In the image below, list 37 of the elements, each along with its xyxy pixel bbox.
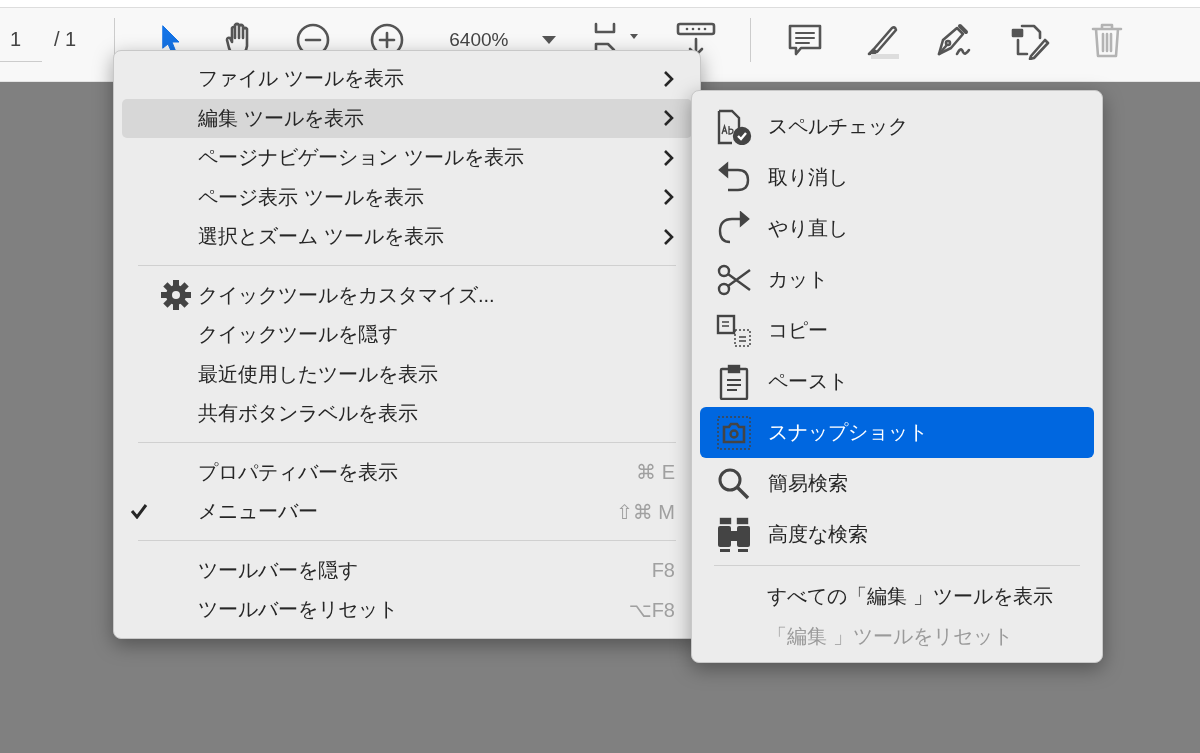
menu-item[interactable]: プロパティバーを表示 ⌘ E bbox=[122, 452, 692, 492]
menu-item[interactable]: メニューバー ⇧⌘ M bbox=[122, 492, 692, 532]
menu-item[interactable]: すべての「編集 」ツールを表示 bbox=[700, 576, 1094, 616]
menu-item[interactable]: スペルチェック bbox=[700, 101, 1094, 152]
caret-icon[interactable] bbox=[542, 35, 557, 44]
menu-item[interactable]: クイックツールをカスタマイズ... bbox=[122, 275, 692, 315]
chevron-right-icon bbox=[663, 109, 675, 128]
chevron-right-icon bbox=[663, 148, 675, 167]
menu-item[interactable]: 最近使用したツールを表示 bbox=[122, 354, 692, 394]
menu-item[interactable]: ファイル ツールを表示 bbox=[122, 59, 692, 99]
menu-item[interactable]: 選択とズーム ツールを表示 bbox=[122, 217, 692, 257]
menu-item[interactable]: ツールバーを隠す F8 bbox=[122, 550, 692, 590]
chevron-right-icon bbox=[663, 69, 675, 88]
settings-icon bbox=[160, 279, 192, 312]
menu-item[interactable]: 高度な検索 bbox=[700, 509, 1094, 560]
menu-item[interactable]: ツールバーをリセット ⌥F8 bbox=[122, 590, 692, 630]
menu-item[interactable]: やり直し bbox=[700, 203, 1094, 254]
page-total: / 1 bbox=[54, 28, 77, 51]
menu-item[interactable]: 共有ボタンラベルを表示 bbox=[122, 394, 692, 434]
menu-item[interactable]: 取り消し bbox=[700, 152, 1094, 203]
menu-item[interactable]: 編集 ツールを表示 bbox=[122, 98, 692, 138]
menu-item[interactable]: カット bbox=[700, 254, 1094, 305]
spellcheck-icon bbox=[716, 108, 752, 145]
zoom-value[interactable]: 6400% bbox=[449, 30, 509, 49]
menu-item[interactable]: ページナビゲーション ツールを表示 bbox=[122, 138, 692, 178]
menu-item[interactable]: スナップショット bbox=[700, 407, 1094, 458]
chevron-right-icon bbox=[663, 227, 675, 246]
page-number-field[interactable]: 1 bbox=[0, 17, 42, 62]
chevron-right-icon bbox=[663, 188, 675, 207]
menu-item[interactable]: ページ表示 ツールを表示 bbox=[122, 177, 692, 217]
binoculars-icon bbox=[716, 516, 752, 553]
camera-icon bbox=[716, 414, 752, 451]
menu-item[interactable]: クイックツールを隠す bbox=[122, 315, 692, 355]
menu-item[interactable]: ペースト bbox=[700, 356, 1094, 407]
menu-item[interactable]: 簡易検索 bbox=[700, 458, 1094, 509]
copy-icon bbox=[716, 312, 752, 349]
menu-item[interactable]: コピー bbox=[700, 305, 1094, 356]
